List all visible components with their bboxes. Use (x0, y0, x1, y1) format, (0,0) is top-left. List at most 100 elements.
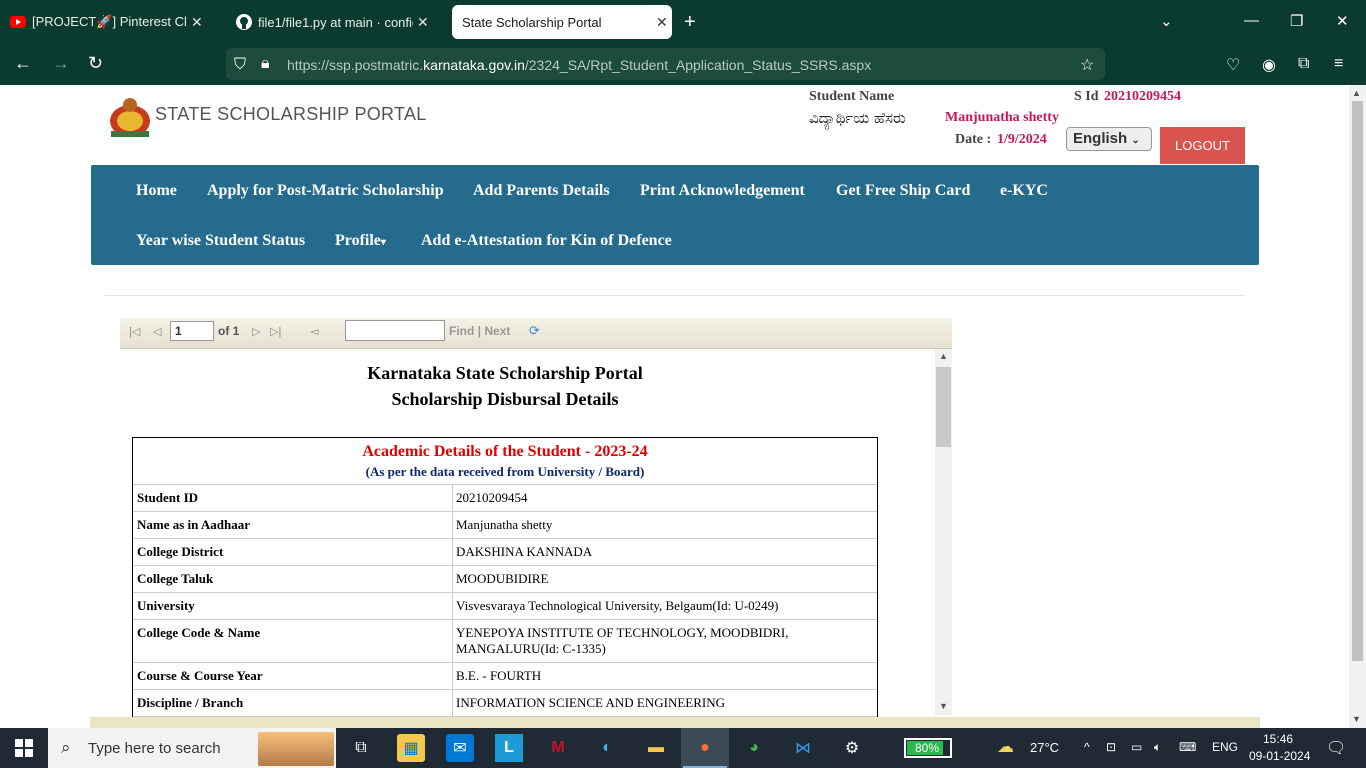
url-text[interactable]: https://ssp.postmatric.karnataka.gov.in/… (287, 57, 871, 73)
search-highlight-image (258, 732, 334, 766)
language-indicator[interactable]: ENG (1212, 740, 1238, 754)
page-number-input[interactable]: 1 (170, 321, 214, 341)
student-name-kannada-label: ವಿದ್ಯಾರ್ಥಿಯ ಹೆಸರು (809, 109, 906, 127)
search-icon: ⌕ (61, 738, 71, 757)
karnataka-emblem-icon (107, 95, 153, 139)
back-parent-icon[interactable]: ◅ (310, 325, 318, 338)
scroll-up-icon[interactable]: ▲ (1352, 88, 1361, 98)
menu-home[interactable]: Home (136, 182, 177, 200)
menu-print-ack[interactable]: Print Acknowledgement (640, 182, 805, 200)
close-icon[interactable]: ✕ (191, 14, 203, 31)
close-window-button[interactable]: ✕ (1336, 12, 1349, 30)
weather-icon[interactable]: ☁ (997, 737, 1014, 757)
refresh-icon[interactable]: ⟳ (529, 323, 540, 339)
battery-indicator[interactable]: 80% (904, 738, 952, 758)
pocket-icon[interactable]: ♡ (1226, 55, 1240, 75)
tab-youtube[interactable]: [PROJECT🚀] Pinterest Clone U ✕ (0, 5, 222, 39)
weather-temp[interactable]: 27°C (1030, 740, 1059, 755)
keyboard-icon[interactable]: ⌨ (1179, 740, 1196, 754)
tab-github[interactable]: file1/file1.py at main · configur ✕ (226, 5, 448, 39)
report-body: Karnataka State Scholarship Portal Schol… (120, 349, 935, 728)
firefox-icon[interactable]: ● (691, 734, 719, 762)
chevron-down-icon[interactable]: ⌄ (1160, 12, 1173, 30)
chrome-icon[interactable]: ◕ (740, 734, 768, 762)
bookmark-star-icon[interactable]: ☆ (1080, 55, 1094, 75)
scroll-thumb[interactable] (936, 367, 951, 447)
menu-icon[interactable]: ≡ (1334, 55, 1343, 73)
scroll-thumb[interactable] (1352, 101, 1363, 661)
student-name-label: Student Name (809, 89, 895, 104)
task-view-icon[interactable]: ⧉ (347, 734, 375, 762)
last-page-icon[interactable]: ▷| (270, 325, 281, 338)
taskbar: ⌕ Type here to search ⧉ ▦ ✉ L M ◐ ▬ ● ◕ … (0, 728, 1366, 768)
extensions-icon[interactable]: ⧉ (1298, 55, 1309, 73)
find-input[interactable] (345, 320, 445, 341)
row-value: B.E. - FOURTH (456, 668, 542, 683)
close-icon[interactable]: ✕ (656, 14, 668, 31)
prev-page-icon[interactable]: ◁ (153, 325, 161, 338)
find-link[interactable]: Find (449, 324, 474, 338)
reload-icon[interactable]: ↻ (88, 53, 103, 74)
menu-ekyc[interactable]: e-KYC (1000, 182, 1048, 200)
caret-down-icon: ▾ (380, 237, 386, 248)
logout-button[interactable]: LOGOUT (1160, 127, 1245, 164)
language-select[interactable]: English ⌄ (1066, 127, 1152, 151)
footer-band (90, 717, 1260, 728)
row-value: Manjunatha shetty (456, 517, 553, 532)
scroll-down-icon[interactable]: ▼ (1352, 714, 1361, 724)
tab-scholarship[interactable]: State Scholarship Portal ✕ (452, 5, 672, 39)
section-header: Academic Details of the Student - 2023-2… (133, 438, 877, 485)
next-link[interactable]: Next (484, 324, 510, 338)
back-icon[interactable]: ← (14, 53, 32, 74)
report-scrollbar[interactable]: ▲ ▼ (935, 349, 952, 715)
mcafee-icon[interactable]: M (544, 734, 572, 762)
minimize-button[interactable]: — (1244, 12, 1259, 29)
report-toolbar: |◁ ◁ ▷ ▷| ◅ ⟳ (120, 318, 952, 349)
battery-icon[interactable]: ▭ (1131, 740, 1142, 754)
row-value: INFORMATION SCIENCE AND ENGINEERING (456, 695, 726, 710)
page-scrollbar[interactable]: ▲ ▼ (1349, 85, 1366, 728)
find-separator: | (477, 324, 482, 338)
scroll-down-icon[interactable]: ▼ (939, 701, 948, 711)
volume-icon[interactable]: 🔈︎ (1154, 740, 1161, 755)
new-tab-button[interactable]: + (684, 11, 696, 34)
store-icon[interactable]: ▦ (397, 734, 425, 762)
close-icon[interactable]: ✕ (417, 14, 429, 31)
clock-date[interactable]: 09-01-2024 (1249, 749, 1310, 763)
network-icon[interactable]: ⊡ (1106, 740, 1116, 754)
first-page-icon[interactable]: |◁ (129, 325, 140, 338)
scroll-up-icon[interactable]: ▲ (939, 351, 948, 361)
notifications-icon[interactable]: 🗨︎ (1326, 738, 1346, 758)
table-row: Discipline / Branch INFORMATION SCIENCE A… (133, 690, 877, 717)
edge-icon[interactable]: ◐ (593, 734, 621, 762)
row-value: DAKSHINA KANNADA (456, 544, 593, 559)
mail-icon[interactable]: ✉ (446, 734, 474, 762)
clock-time[interactable]: 15:46 (1263, 732, 1293, 746)
menu-attestation[interactable]: Add e-Attestation for Kin of Defence (421, 232, 672, 250)
next-page-icon[interactable]: ▷ (252, 325, 260, 338)
file-explorer-icon[interactable]: ▬ (642, 734, 670, 762)
table-row: College Code & Name YENEPOYA INSTITUTE OF… (133, 620, 877, 663)
tab-title: [PROJECT🚀] Pinterest Clone U (32, 14, 187, 29)
chevron-down-icon: ⌄ (1131, 135, 1140, 146)
vscode-icon[interactable]: ⋈ (789, 734, 817, 762)
menu-free-ship[interactable]: Get Free Ship Card (836, 182, 970, 200)
app-l-icon[interactable]: L (495, 734, 523, 762)
chevron-up-icon[interactable]: ^ (1084, 740, 1090, 754)
table-row: University Visvesvaraya Technological Uni… (133, 593, 877, 620)
restore-button[interactable]: ❐ (1290, 12, 1303, 30)
student-name-value: Manjunatha shetty (945, 110, 1059, 125)
url-prefix: https://ssp.postmatric. (287, 57, 424, 73)
shield-icon[interactable]: ⛉ (234, 56, 246, 74)
row-key: Student ID (133, 485, 453, 511)
menu-parents[interactable]: Add Parents Details (473, 182, 610, 200)
sid-label: S Id (1074, 89, 1099, 104)
menu-year-status[interactable]: Year wise Student Status (136, 232, 305, 250)
menu-profile[interactable]: Profile▾ (335, 232, 386, 250)
windows-start-icon[interactable] (15, 739, 33, 762)
forward-icon[interactable]: → (52, 53, 70, 74)
account-icon[interactable]: ◉ (1262, 55, 1276, 75)
table-row: Course & Course Year B.E. - FOURTH (133, 663, 877, 690)
settings-gear-icon[interactable]: ⚙ (838, 734, 866, 762)
menu-apply[interactable]: Apply for Post-Matric Scholarship (207, 182, 444, 200)
